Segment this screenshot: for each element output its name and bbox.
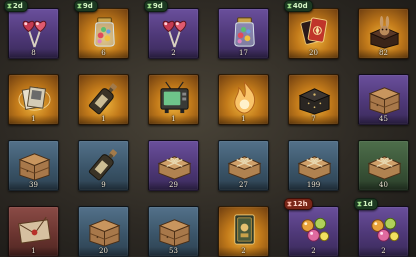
hourglass-icon: ⧗: [357, 200, 362, 208]
wooden-crate-icon: ✦: [17, 146, 52, 181]
inventory-slot-wooden-crate[interactable]: ✦ 53: [148, 206, 199, 257]
wooden-crate-icon: ✦: [157, 212, 192, 247]
photo-album-icon: [17, 80, 52, 115]
card-pack-icon: [227, 212, 262, 247]
message-bottle-icon: [87, 80, 122, 115]
inventory-slot-candy-jar[interactable]: 6: [78, 8, 129, 59]
hourglass-icon: ⧗: [77, 2, 82, 10]
item-quantity: 40: [379, 181, 388, 189]
candy-jar-icon: [87, 14, 122, 49]
message-bottle-icon: [87, 146, 122, 181]
item-quantity: 29: [169, 181, 178, 189]
inventory-grid: 8 6 2 17 20 82 1 1 1 1 7 ✦ 45 ✦ 39 9 29 27 199 40 1 ✦ 20 ✦ 53 2 2 2: [8, 8, 409, 257]
item-quantity: 2: [381, 247, 386, 255]
timer-text: 1d: [362, 200, 373, 208]
hourglass-icon: ⧗: [7, 2, 12, 10]
item-quantity: 6: [101, 49, 106, 57]
item-quantity: 2: [171, 49, 176, 57]
item-quantity: 1: [241, 115, 246, 123]
inventory-slot-playing-cards[interactable]: 20: [288, 8, 339, 59]
inventory-slot-photo-album[interactable]: 1: [8, 74, 59, 125]
inventory-slot-old-television[interactable]: 1: [148, 74, 199, 125]
item-quantity: 20: [309, 49, 318, 57]
inventory-slot-parcel[interactable]: 199: [288, 140, 339, 191]
inventory-slot-rabbit-box[interactable]: 82: [358, 8, 409, 59]
item-quantity: 82: [379, 49, 388, 57]
candies-icon: [367, 212, 402, 247]
item-quantity: 1: [31, 115, 36, 123]
expiry-timer-badge: ⧗ 12h: [284, 198, 313, 210]
inventory-slot-candies[interactable]: 2: [358, 206, 409, 257]
inventory-slot-card-pack[interactable]: 2: [218, 206, 269, 257]
timer-text: 9d: [82, 2, 93, 10]
timer-text: 2d: [12, 2, 23, 10]
item-quantity: 1: [101, 115, 106, 123]
item-quantity: 39: [29, 181, 38, 189]
envelope-icon: [17, 212, 52, 247]
candy-jar-icon: [227, 14, 262, 49]
inventory-slot-candies[interactable]: 2: [288, 206, 339, 257]
hourglass-icon: ⧗: [147, 2, 152, 10]
flame-orb-icon: [227, 80, 262, 115]
inventory-slot-parcel[interactable]: 27: [218, 140, 269, 191]
parcel-icon: [367, 146, 402, 181]
expiry-timer-badge: ⧗ 9d: [74, 0, 98, 12]
item-quantity: 17: [239, 49, 248, 57]
item-quantity: 45: [379, 115, 388, 123]
inventory-slot-parcel[interactable]: 40: [358, 140, 409, 191]
parcel-icon: [297, 146, 332, 181]
item-quantity: 2: [311, 247, 316, 255]
inventory-slot-message-bottle[interactable]: 1: [78, 74, 129, 125]
timer-text: 9d: [152, 2, 163, 10]
item-quantity: 20: [99, 247, 108, 255]
inventory-slot-message-bottle[interactable]: 9: [78, 140, 129, 191]
rabbit-box-icon: [367, 14, 402, 49]
inventory-slot-wooden-crate[interactable]: ✦ 45: [358, 74, 409, 125]
candies-icon: [297, 212, 332, 247]
inventory-slot-wooden-crate[interactable]: ✦ 20: [78, 206, 129, 257]
hourglass-icon: ⧗: [287, 200, 292, 208]
expiry-timer-badge: ⧗ 40d: [284, 0, 313, 12]
inventory-slot-flame-orb[interactable]: 1: [218, 74, 269, 125]
expiry-timer-badge: ⧗ 9d: [144, 0, 168, 12]
dark-chest-icon: [297, 80, 332, 115]
inventory-slot-heart-lollipops[interactable]: 2: [148, 8, 199, 59]
expiry-timer-badge: ⧗ 1d: [354, 198, 378, 210]
item-quantity: 1: [31, 247, 36, 255]
playing-cards-icon: [297, 14, 332, 49]
item-quantity: 199: [306, 181, 321, 189]
item-quantity: 7: [311, 115, 316, 123]
item-quantity: 1: [171, 115, 176, 123]
parcel-icon: [157, 146, 192, 181]
wooden-crate-icon: ✦: [87, 212, 122, 247]
inventory-slot-candy-jar[interactable]: 17: [218, 8, 269, 59]
item-quantity: 9: [101, 181, 106, 189]
item-quantity: 53: [169, 247, 178, 255]
timer-text: 40d: [292, 2, 308, 10]
inventory-slot-heart-lollipops[interactable]: 8: [8, 8, 59, 59]
hourglass-icon: ⧗: [287, 2, 292, 10]
heart-lollipops-icon: [157, 14, 192, 49]
parcel-icon: [227, 146, 262, 181]
expiry-timer-badge: ⧗ 2d: [4, 0, 28, 12]
wooden-crate-icon: ✦: [367, 80, 402, 115]
inventory-slot-wooden-crate[interactable]: ✦ 39: [8, 140, 59, 191]
inventory-slot-envelope[interactable]: 1: [8, 206, 59, 257]
item-quantity: 27: [239, 181, 248, 189]
item-quantity: 2: [241, 247, 246, 255]
item-quantity: 8: [31, 49, 36, 57]
inventory-slot-parcel[interactable]: 29: [148, 140, 199, 191]
heart-lollipops-icon: [17, 14, 52, 49]
old-television-icon: [157, 80, 192, 115]
timer-text: 12h: [292, 200, 308, 208]
inventory-slot-dark-chest[interactable]: 7: [288, 74, 339, 125]
